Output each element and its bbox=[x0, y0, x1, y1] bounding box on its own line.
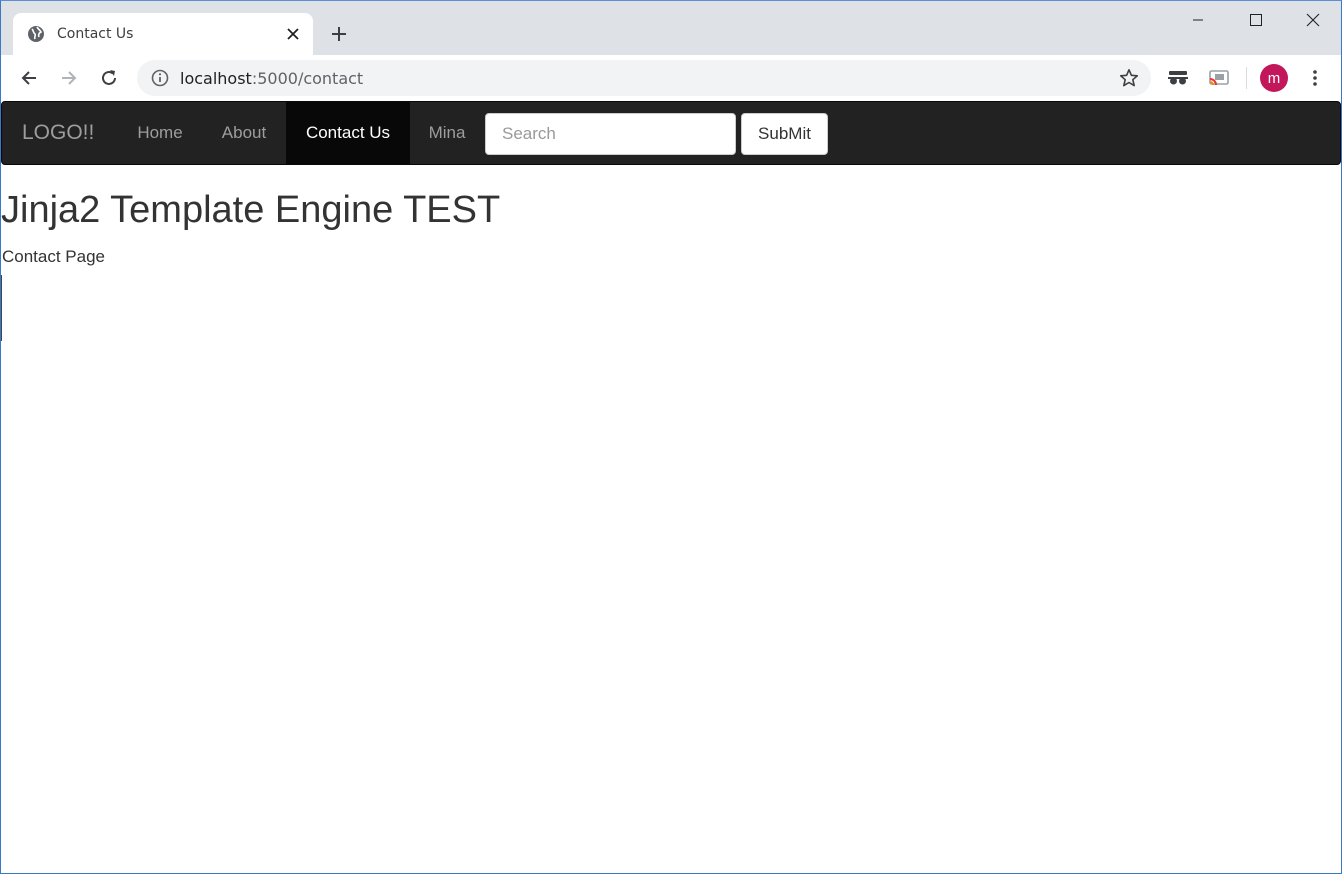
forward-button[interactable] bbox=[53, 62, 85, 94]
kebab-menu-icon[interactable] bbox=[1301, 64, 1329, 92]
arrow-left-icon bbox=[21, 71, 36, 85]
avatar[interactable]: m bbox=[1260, 64, 1288, 92]
browser-window: Contact Us localhost:5000/contact m LOGO… bbox=[0, 0, 1342, 874]
url-path: :5000/contact bbox=[251, 68, 364, 88]
toolbar-separator bbox=[1246, 67, 1247, 89]
maximize-button[interactable] bbox=[1227, 1, 1285, 39]
arrow-right-icon bbox=[62, 71, 77, 85]
new-tab-button[interactable] bbox=[325, 20, 353, 48]
url-host: localhost bbox=[180, 68, 252, 88]
submit-button[interactable]: SubMit bbox=[741, 113, 828, 155]
page-title: Jinja2 Template Engine TEST bbox=[1, 189, 501, 231]
nav-link-home[interactable]: Home bbox=[118, 102, 202, 164]
text-cursor-mark bbox=[1, 275, 2, 341]
nav-link-about[interactable]: About bbox=[202, 102, 286, 164]
browser-toolbar: localhost:5000/contact m bbox=[1, 55, 1341, 101]
back-button[interactable] bbox=[13, 62, 45, 94]
nav-link-mina[interactable]: Mina bbox=[410, 102, 484, 164]
minimize-button[interactable] bbox=[1169, 1, 1227, 39]
minimize-icon bbox=[1193, 19, 1203, 21]
star-icon[interactable] bbox=[1117, 66, 1141, 90]
tab-contact-us[interactable]: Contact Us bbox=[13, 13, 313, 55]
close-icon[interactable] bbox=[279, 20, 307, 48]
cast-icon[interactable] bbox=[1205, 64, 1233, 92]
search-input[interactable] bbox=[485, 113, 736, 155]
info-icon[interactable] bbox=[151, 69, 169, 87]
incognito-mask-icon[interactable] bbox=[1164, 64, 1192, 92]
nav-link-contact-us[interactable]: Contact Us bbox=[286, 102, 410, 164]
plus-icon bbox=[332, 27, 346, 41]
page-subtitle: Contact Page bbox=[2, 247, 106, 266]
globe-icon bbox=[27, 25, 45, 43]
brand-logo-link[interactable]: LOGO!! bbox=[22, 102, 94, 164]
reload-button[interactable] bbox=[93, 62, 125, 94]
web-page: LOGO!! Home About Contact Us Mina SubMit… bbox=[1, 101, 1341, 873]
site-navbar: LOGO!! Home About Contact Us Mina SubMit bbox=[1, 101, 1341, 165]
reload-icon bbox=[102, 70, 116, 85]
tab-strip: Contact Us bbox=[1, 1, 1341, 55]
tab-title: Contact Us bbox=[57, 26, 134, 42]
address-bar[interactable]: localhost:5000/contact bbox=[137, 60, 1151, 96]
window-close-button[interactable] bbox=[1284, 1, 1341, 39]
url-text[interactable]: localhost:5000/contact bbox=[180, 69, 1117, 88]
close-icon bbox=[1306, 13, 1320, 27]
maximize-icon bbox=[1250, 14, 1262, 26]
